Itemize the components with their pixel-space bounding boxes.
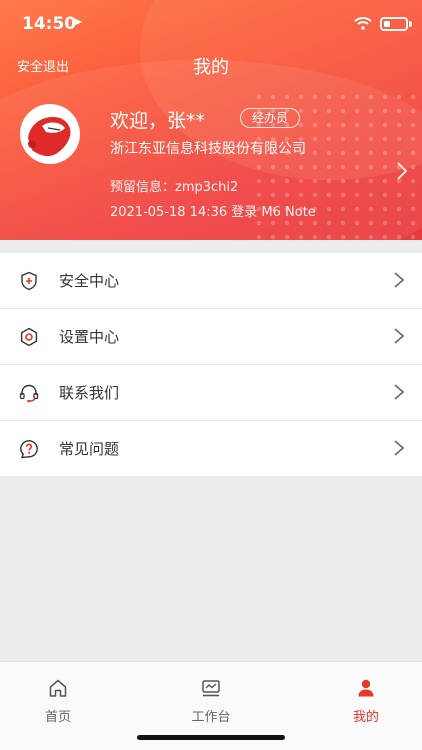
home-indicator xyxy=(137,735,285,740)
status-time: 14:50 xyxy=(22,14,77,34)
tab-workbench[interactable]: 工作台 xyxy=(141,662,281,732)
company-name: 浙江东亚信息科技股份有限公司 xyxy=(110,141,306,157)
chevron-right-icon xyxy=(394,440,405,456)
menu-item-settings-center[interactable]: 设置中心 xyxy=(0,309,422,365)
question-icon xyxy=(20,440,38,459)
tab-home[interactable]: 首页 xyxy=(0,662,128,732)
menu-item-label: 常见问题 xyxy=(59,440,120,458)
chevron-right-icon xyxy=(394,384,405,400)
headset-icon xyxy=(19,384,39,403)
wifi-icon xyxy=(354,17,372,30)
person-icon xyxy=(358,679,374,697)
avatar[interactable] xyxy=(20,104,80,164)
menu-item-label: 联系我们 xyxy=(59,384,120,402)
home-icon xyxy=(49,679,67,697)
tab-label: 首页 xyxy=(44,710,71,725)
last-login-info: 2021-05-18 14:36 登录 M6 Note xyxy=(110,205,316,220)
shield-icon xyxy=(21,271,37,291)
status-bar: 14:50 ➤ xyxy=(0,0,422,48)
profile-chevron-right-icon[interactable] xyxy=(395,161,409,181)
welcome-text: 欢迎，张** xyxy=(110,110,206,132)
battery-icon xyxy=(380,17,408,31)
page-title: 我的 xyxy=(193,57,229,78)
menu-item-security-center[interactable]: 安全中心 xyxy=(0,253,422,309)
menu-item-label: 安全中心 xyxy=(59,272,120,290)
role-badge: 经办员 xyxy=(240,108,300,128)
location-arrow-icon: ➤ xyxy=(72,15,83,30)
chevron-right-icon xyxy=(394,272,405,288)
avatar-icon xyxy=(22,106,78,162)
menu-list: 安全中心 设置中心 联系我们 常见问题 xyxy=(0,253,422,476)
chevron-right-icon xyxy=(394,328,405,344)
tab-mine[interactable]: 我的 xyxy=(296,662,422,732)
reserved-info: 预留信息：zmp3chi2 xyxy=(110,180,239,195)
menu-item-faq[interactable]: 常见问题 xyxy=(0,421,422,476)
workbench-icon xyxy=(202,680,220,697)
settings-icon xyxy=(20,327,38,347)
battery-tip xyxy=(409,21,412,27)
profile-header: 14:50 ➤ 安全退出 我的 欢迎，张** 经办员 浙江东亚信息科技股份有限公… xyxy=(0,0,422,240)
menu-item-label: 设置中心 xyxy=(59,328,120,346)
tab-label: 我的 xyxy=(352,710,379,725)
tab-label: 工作台 xyxy=(191,710,231,725)
menu-item-contact-us[interactable]: 联系我们 xyxy=(0,365,422,421)
